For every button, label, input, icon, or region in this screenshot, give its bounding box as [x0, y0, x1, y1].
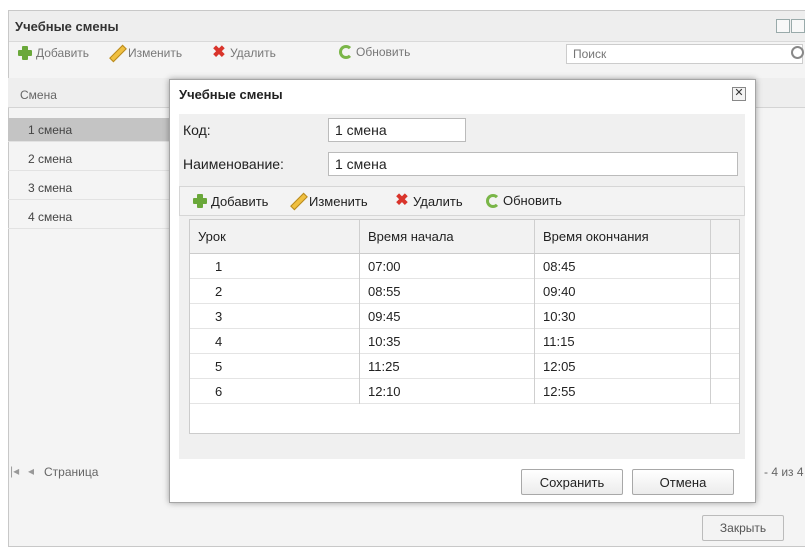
cell-start: 09:45	[360, 304, 535, 329]
table-row[interactable]: 5 11:25 12:05	[190, 354, 739, 379]
list-item[interactable]: 2 смена	[8, 147, 178, 171]
list-item[interactable]: 3 смена	[8, 176, 178, 200]
cell-lesson: 5	[190, 354, 360, 379]
minimize-icon[interactable]	[776, 19, 790, 33]
cell-lesson: 4	[190, 329, 360, 354]
edit-button[interactable]: Изменить	[290, 193, 368, 209]
bg-add-label: Добавить	[36, 46, 90, 60]
cell-end: 08:45	[535, 254, 711, 279]
pencil-icon	[290, 193, 306, 209]
search-input[interactable]	[567, 45, 779, 63]
column-header-shift[interactable]: Смена	[20, 88, 57, 102]
bg-delete-label: Удалить	[230, 46, 276, 60]
column-header-lesson[interactable]: Урок	[190, 220, 360, 253]
list-item[interactable]: 1 смена	[8, 118, 178, 142]
cell-end: 12:05	[535, 354, 711, 379]
code-label: Код:	[183, 122, 211, 138]
delete-label: Удалить	[413, 193, 463, 209]
background-titlebar: Учебные смены	[9, 11, 805, 42]
background-toolbar: Добавить Изменить ✖ Удалить Обновить	[9, 42, 805, 64]
table-row[interactable]: 1 07:00 08:45	[190, 254, 739, 279]
prev-page-icon[interactable]: ◂	[28, 464, 34, 478]
table-row[interactable]: 6 12:10 12:55	[190, 379, 739, 404]
cell-lesson: 3	[190, 304, 360, 329]
maximize-icon[interactable]	[791, 19, 805, 33]
cell-lesson: 1	[190, 254, 360, 279]
page-label: Страница	[44, 465, 99, 479]
delete-x-icon: ✖	[212, 44, 226, 61]
code-field[interactable]	[328, 118, 466, 142]
dialog-toolbar: Добавить Изменить ✖ Удалить Обновить	[179, 186, 745, 216]
edit-label: Изменить	[309, 193, 368, 209]
plus-icon	[192, 193, 208, 209]
bg-refresh-label: Обновить	[356, 45, 411, 59]
close-icon[interactable]: ✕	[732, 87, 746, 101]
cell-lesson: 2	[190, 279, 360, 304]
cell-end: 11:15	[535, 329, 711, 354]
table-row[interactable]: 2 08:55 09:40	[190, 279, 739, 304]
refresh-button[interactable]: Обновить	[486, 193, 562, 208]
add-button[interactable]: Добавить	[192, 193, 268, 209]
paging-toolbar: |◂ ◂ Страница	[8, 463, 178, 483]
close-button[interactable]: Закрыть	[702, 515, 784, 541]
refresh-label: Обновить	[503, 193, 562, 208]
plus-icon	[17, 45, 33, 61]
lessons-table: Урок Время начала Время окончания 1 07:0…	[189, 219, 740, 434]
paging-range: - 4 из 4	[764, 465, 804, 479]
list-item[interactable]: 4 смена	[8, 205, 178, 229]
table-row[interactable]: 4 10:35 11:15	[190, 329, 739, 354]
bg-add-button[interactable]: Добавить	[17, 45, 89, 61]
column-header-start[interactable]: Время начала	[360, 220, 535, 253]
cell-lesson: 6	[190, 379, 360, 404]
name-field[interactable]	[328, 152, 738, 176]
column-header-end[interactable]: Время окончания	[535, 220, 711, 253]
search-icon[interactable]	[791, 46, 804, 59]
delete-button[interactable]: ✖ Удалить	[394, 192, 463, 209]
cell-end: 12:55	[535, 379, 711, 404]
name-label: Наименование:	[183, 156, 284, 172]
shift-dialog: Учебные смены ✕ Код: Наименование: Добав…	[169, 79, 756, 503]
cancel-button[interactable]: Отмена	[632, 469, 734, 495]
add-label: Добавить	[211, 193, 269, 209]
bg-edit-label: Изменить	[128, 46, 183, 60]
cell-end: 10:30	[535, 304, 711, 329]
background-window-title: Учебные смены	[15, 19, 119, 34]
pencil-icon	[109, 45, 125, 61]
cell-start: 08:55	[360, 279, 535, 304]
cell-start: 10:35	[360, 329, 535, 354]
delete-x-icon: ✖	[395, 192, 409, 209]
refresh-icon	[486, 193, 500, 208]
bg-edit-button[interactable]: Изменить	[109, 45, 182, 61]
first-page-icon[interactable]: |◂	[10, 464, 19, 478]
cell-start: 12:10	[360, 379, 535, 404]
table-header: Урок Время начала Время окончания	[190, 220, 739, 254]
bg-refresh-button[interactable]: Обновить	[339, 45, 410, 59]
save-button[interactable]: Сохранить	[521, 469, 623, 495]
cell-end: 09:40	[535, 279, 711, 304]
table-row[interactable]: 3 09:45 10:30	[190, 304, 739, 329]
cell-start: 11:25	[360, 354, 535, 379]
bg-delete-button[interactable]: ✖ Удалить	[211, 45, 276, 61]
dialog-title: Учебные смены	[179, 87, 283, 102]
search-box[interactable]	[566, 44, 804, 64]
refresh-icon	[339, 45, 353, 59]
cell-start: 07:00	[360, 254, 535, 279]
